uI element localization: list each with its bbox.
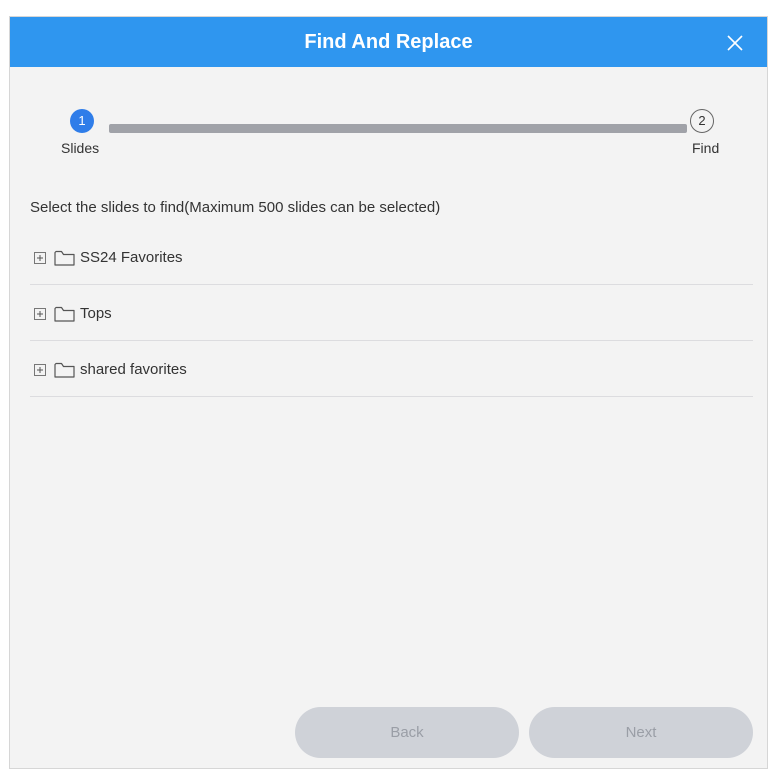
tree-item[interactable]: SS24 Favorites [30, 229, 753, 285]
tree-item-label[interactable]: shared favorites [80, 361, 187, 378]
back-button[interactable]: Back [295, 707, 519, 758]
step-1-indicator: 1 [70, 109, 94, 133]
step-2-indicator: 2 [690, 109, 714, 133]
folder-icon [54, 306, 75, 322]
folder-icon [54, 362, 75, 378]
step-2-label: Find [692, 140, 720, 156]
close-icon [727, 35, 743, 51]
next-button[interactable]: Next [529, 707, 753, 758]
instruction-text: Select the slides to find(Maximum 500 sl… [30, 199, 441, 216]
stepper: 1 2 Slides Find [10, 107, 767, 167]
dialog-header: Find And Replace [10, 17, 767, 67]
folder-icon [54, 250, 75, 266]
step-progress-track [109, 124, 687, 133]
close-button[interactable] [725, 33, 745, 53]
plus-square-icon[interactable] [34, 364, 46, 376]
tree-item[interactable]: Tops [30, 285, 753, 341]
tree-item[interactable]: shared favorites [30, 341, 753, 397]
plus-square-icon[interactable] [34, 252, 46, 264]
tree-item-label[interactable]: SS24 Favorites [80, 249, 183, 266]
tree-item-label[interactable]: Tops [80, 305, 112, 322]
plus-square-icon[interactable] [34, 308, 46, 320]
dialog-title: Find And Replace [304, 31, 473, 53]
step-1-label: Slides [61, 140, 100, 156]
slides-folder-tree: SS24 Favorites Tops shared favorites [30, 229, 753, 397]
find-and-replace-dialog: Find And Replace 1 2 Slides Find Select … [9, 16, 768, 769]
